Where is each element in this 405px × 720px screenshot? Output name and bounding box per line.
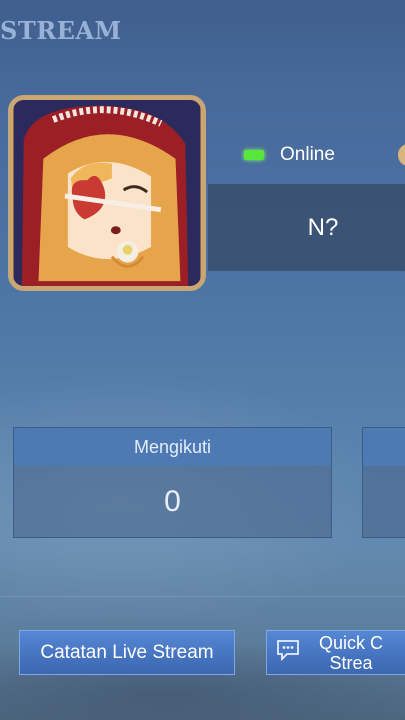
stat-value: 0 [164,484,181,518]
section-divider [0,596,405,597]
quick-chat-button[interactable]: Quick C Strea [266,630,405,675]
stat-label [363,428,405,466]
stat-label: Mengikuti [14,428,331,466]
status-label: Online [280,144,335,165]
stream-record-label: Catatan Live Stream [40,641,214,663]
stat-card-secondary[interactable] [362,427,405,538]
online-indicator-icon [244,150,264,160]
stream-record-button[interactable]: Catatan Live Stream [19,630,235,675]
player-name: N? [208,184,405,271]
chat-bubble-icon [275,638,301,668]
stream-profile-screen: STREAM Online N? Mengikuti 0 Catatan Liv… [0,0,405,720]
online-status: Online [244,144,335,166]
avatar[interactable] [8,95,206,291]
stat-value [363,466,405,537]
badge-icon[interactable] [398,144,405,166]
avatar-image [14,100,200,286]
stat-card-following[interactable]: Mengikuti 0 [13,427,332,538]
page-title: STREAM [0,16,122,45]
quick-chat-label: Quick C Strea [319,632,384,673]
